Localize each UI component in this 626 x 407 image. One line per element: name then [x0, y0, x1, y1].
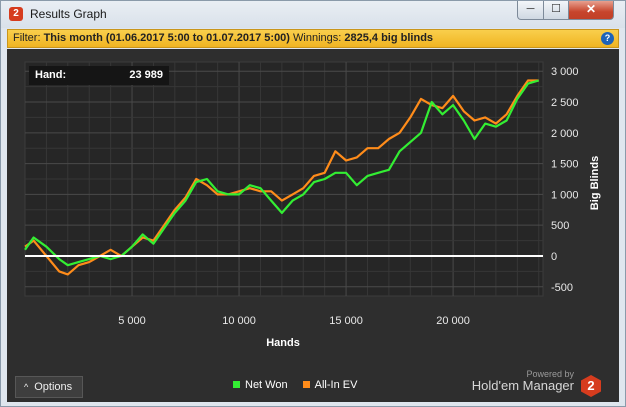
- app-logo-icon: 2: [9, 7, 23, 21]
- y-tick-label: 2 000: [551, 128, 579, 140]
- legend-label-all-in-ev: All-In EV: [314, 379, 358, 391]
- window-title: Results Graph: [30, 7, 107, 21]
- filter-bar[interactable]: Filter: This month (01.06.2017 5:00 to 0…: [7, 29, 619, 48]
- help-icon[interactable]: ?: [601, 32, 614, 45]
- filter-value: This month (01.06.2017 5:00 to 01.07.201…: [43, 32, 290, 44]
- winnings-label: Winnings:: [293, 32, 342, 44]
- y-tick-label: 1 500: [551, 159, 579, 171]
- legend-item-net-won[interactable]: Net Won: [233, 379, 288, 391]
- legend-label-net-won: Net Won: [245, 379, 288, 391]
- title-bar[interactable]: 2 Results Graph ─ ☐ ✕: [1, 1, 625, 28]
- options-label: Options: [34, 381, 73, 393]
- winnings-value: 2825,4 big blinds: [344, 32, 434, 44]
- hand-value: 23 989: [129, 69, 163, 81]
- x-tick-label: 10 000: [222, 315, 256, 327]
- y-axis-title: Big Blinds: [589, 156, 601, 210]
- minimize-button[interactable]: ─: [517, 1, 544, 20]
- x-axis-title: Hands: [266, 337, 300, 349]
- y-tick-label: 3 000: [551, 66, 579, 78]
- legend-item-all-in-ev[interactable]: All-In EV: [302, 379, 358, 391]
- options-button[interactable]: ^ Options: [15, 376, 83, 398]
- results-graph-window: 2 Results Graph ─ ☐ ✕ Filter: This month…: [0, 0, 626, 407]
- y-tick-label: 0: [551, 251, 557, 263]
- maximize-button[interactable]: ☐: [543, 1, 569, 20]
- y-tick-label: -500: [551, 282, 573, 294]
- hand-label: Hand:: [35, 69, 67, 81]
- y-tick-label: 500: [551, 220, 569, 232]
- close-button[interactable]: ✕: [568, 1, 614, 20]
- chevron-up-icon: ^: [24, 382, 29, 392]
- chart-panel: 5 000 10 000 15 000 20 000 -500 0 500 1 000 1 50…: [7, 49, 619, 402]
- net-won-swatch: [233, 381, 240, 388]
- brand-name: Hold'em Manager: [471, 378, 574, 393]
- y-tick-label: 1 000: [551, 189, 579, 201]
- chart-legend: Net Won All-In EV: [233, 379, 369, 393]
- hand-readout: Hand: 23 989: [29, 66, 169, 85]
- x-tick-label: 5 000: [118, 315, 146, 327]
- results-chart[interactable]: 5 000 10 000 15 000 20 000 -500 0 500 1 000 1 50…: [7, 49, 619, 402]
- x-tick-label: 15 000: [329, 315, 363, 327]
- filter-label: Filter:: [13, 32, 41, 44]
- y-tick-label: 2 500: [551, 97, 579, 109]
- x-tick-label: 20 000: [436, 315, 470, 327]
- brand-block: Powered by Hold'em Manager 2: [471, 369, 601, 397]
- all-in-ev-swatch: [302, 381, 310, 388]
